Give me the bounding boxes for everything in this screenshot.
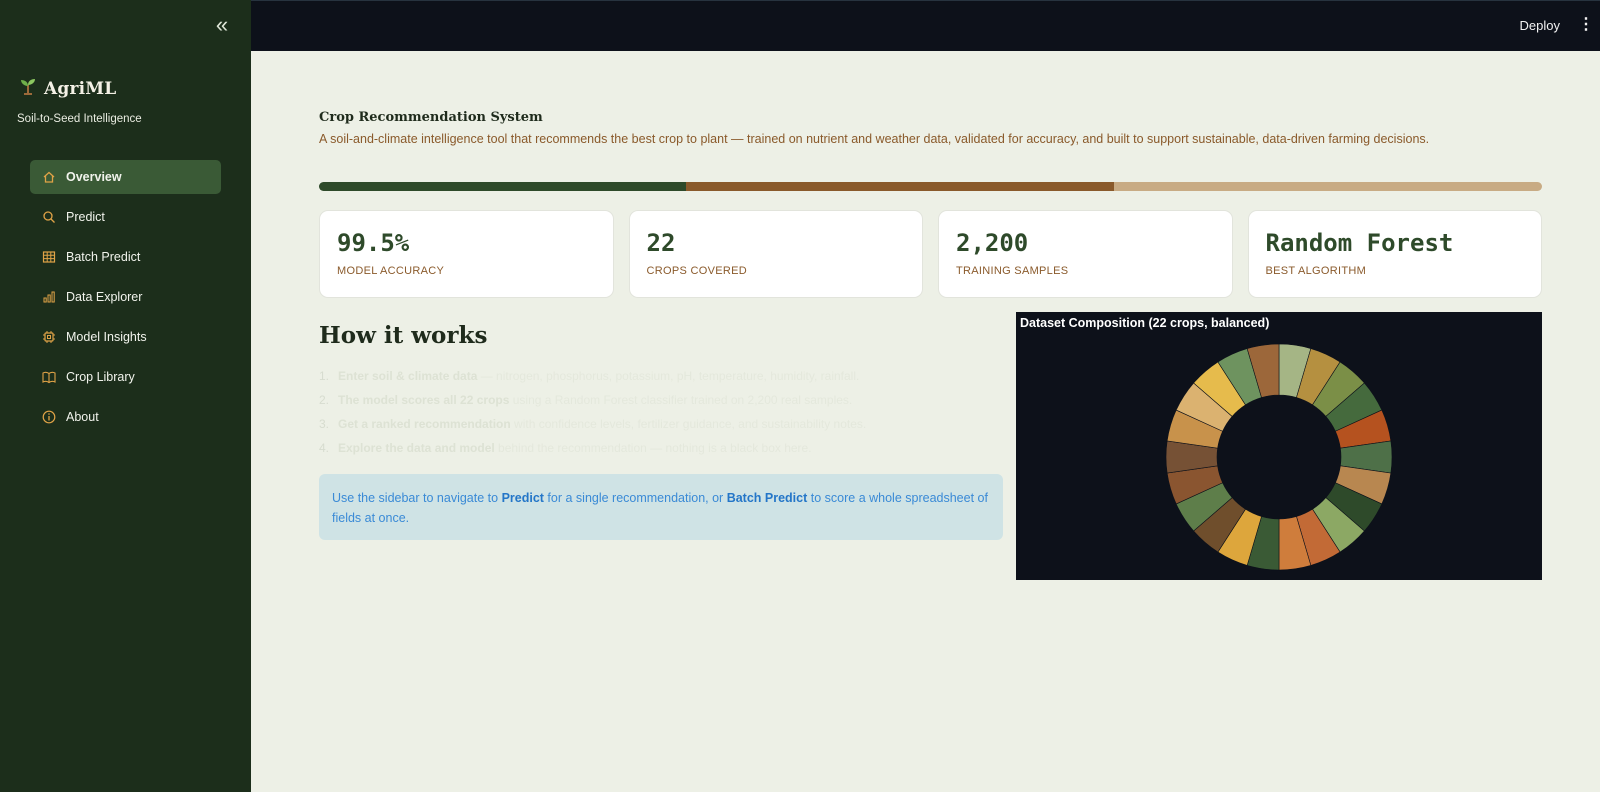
steps-list: 1. Enter soil & climate data — nitrogen, … <box>319 368 999 464</box>
accent-tribar <box>319 182 1542 191</box>
page-title: Crop Recommendation System <box>319 110 543 125</box>
kebab-menu-icon[interactable]: ⋮ <box>1578 17 1594 35</box>
metric-label: CROPS COVERED <box>646 265 747 277</box>
sidebar-item-batch-predict[interactable]: Batch Predict <box>30 240 221 274</box>
how-it-works-heading: How it works <box>319 322 488 349</box>
metric-value: 22 <box>646 229 676 257</box>
seedling-icon <box>18 76 38 101</box>
metric-card-accuracy: 99.5% MODEL ACCURACY <box>319 210 614 298</box>
home-icon <box>42 170 56 184</box>
sidebar-nav: Overview Predict Batch Predict Data Expl… <box>30 160 221 440</box>
sidebar-item-label: Model Insights <box>66 330 147 344</box>
chart-title: Dataset Composition (22 crops, balanced) <box>1020 316 1270 330</box>
metric-card-algorithm: Random Forest BEST ALGORITHM <box>1247 210 1542 298</box>
sidebar-item-label: Crop Library <box>66 370 135 384</box>
chip-icon <box>42 330 56 344</box>
sidebar-item-crop-library[interactable]: Crop Library <box>30 360 221 394</box>
step-bold: Explore the data and model <box>338 441 495 455</box>
step-text: with confidence levels, fertilizer guida… <box>510 417 867 431</box>
step-number: 4. <box>319 441 330 455</box>
step-number: 2. <box>319 393 330 407</box>
metric-value: Random Forest <box>1265 229 1454 257</box>
brand: AgriML <box>18 76 116 101</box>
step-text: — nitrogen, phosphorus, potassium, pH, t… <box>477 369 860 383</box>
sidebar-item-label: About <box>66 410 99 424</box>
sidebar-item-label: Data Explorer <box>66 290 143 304</box>
deploy-button[interactable]: Deploy <box>1520 18 1560 33</box>
metric-cards: 99.5% MODEL ACCURACY 22 CROPS COVERED 2,… <box>319 210 1542 298</box>
info-callout: Use the sidebar to navigate to Predict f… <box>319 474 1003 540</box>
sidebar-item-label: Batch Predict <box>66 250 141 264</box>
step-text: using a Random Forest classifier trained… <box>509 393 853 407</box>
step-text: behind the recommendation — nothing is a… <box>494 441 812 455</box>
table-icon <box>42 250 56 264</box>
page-description: A soil-and-climate intelligence tool tha… <box>319 132 1430 146</box>
info-link-batch-predict: Batch Predict <box>726 491 808 505</box>
metric-label: MODEL ACCURACY <box>337 265 445 277</box>
dataset-composition-chart: Dataset Composition (22 crops, balanced) <box>1016 312 1542 580</box>
double-chevron-left-icon: « <box>215 12 229 37</box>
metric-label: BEST ALGORITHM <box>1265 265 1367 277</box>
step-bold: The model scores all 22 crops <box>338 393 510 407</box>
sidebar-item-predict[interactable]: Predict <box>30 200 221 234</box>
top-bar: Deploy ⋮ <box>251 0 1600 51</box>
list-item: 2. The model scores all 22 crops using a … <box>319 392 999 416</box>
sidebar-item-overview[interactable]: Overview <box>30 160 221 194</box>
metric-label: TRAINING SAMPLES <box>956 265 1069 277</box>
brand-name: AgriML <box>44 78 117 99</box>
metric-value: 2,200 <box>956 229 1029 257</box>
sidebar-item-data-explorer[interactable]: Data Explorer <box>30 280 221 314</box>
list-item: 3. Get a ranked recommendation with confi… <box>319 416 999 440</box>
sidebar-item-label: Overview <box>66 170 122 184</box>
tribar-segment-brown <box>685 182 1114 191</box>
bar-chart-icon <box>42 290 56 304</box>
step-number: 3. <box>319 417 330 431</box>
info-icon <box>42 410 56 424</box>
metric-card-samples: 2,200 TRAINING SAMPLES <box>938 210 1233 298</box>
metric-card-crops: 22 CROPS COVERED <box>628 210 923 298</box>
step-bold: Enter soil & climate data <box>338 369 478 383</box>
info-link-predict: Predict <box>501 491 544 505</box>
search-icon <box>42 210 56 224</box>
brand-tagline: Soil-to-Seed Intelligence <box>17 113 142 125</box>
sidebar-item-model-insights[interactable]: Model Insights <box>30 320 221 354</box>
tribar-segment-green <box>319 182 686 191</box>
metric-value: 99.5% <box>337 229 410 257</box>
step-number: 1. <box>319 369 330 383</box>
list-item: 4. Explore the data and model behind the … <box>319 440 999 464</box>
book-icon <box>42 370 56 384</box>
tribar-segment-tan <box>1113 182 1542 191</box>
sidebar-item-label: Predict <box>66 210 105 224</box>
sidebar-item-about[interactable]: About <box>30 400 221 434</box>
collapse-sidebar-button[interactable]: « <box>210 14 234 38</box>
info-text: for a single recommendation, or <box>543 491 727 505</box>
step-bold: Get a ranked recommendation <box>338 417 511 431</box>
list-item: 1. Enter soil & climate data — nitrogen, … <box>319 368 999 392</box>
info-text: Use the sidebar to navigate to <box>332 491 502 505</box>
sidebar: « AgriML Soil-to-Seed Intelligence Overv… <box>0 0 251 792</box>
donut-chart-svg <box>1165 343 1393 571</box>
